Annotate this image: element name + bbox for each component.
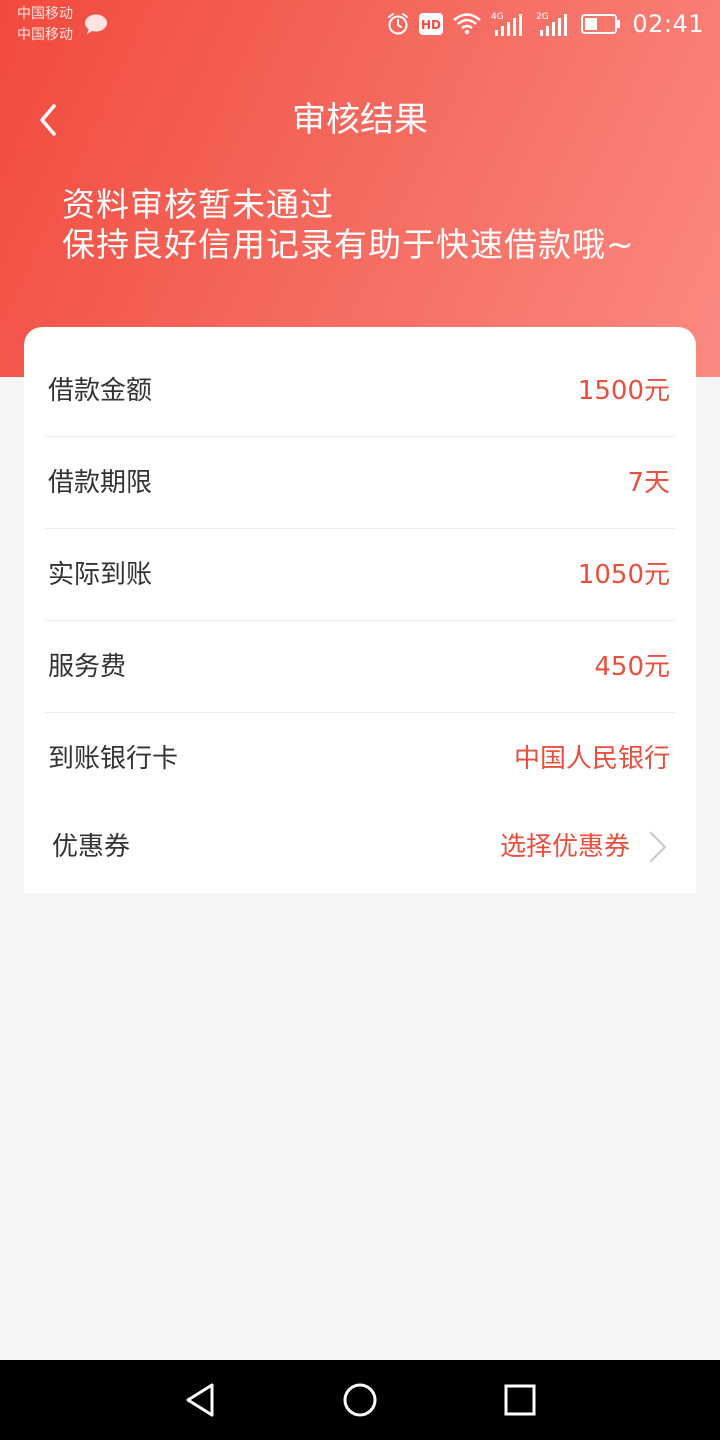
back-triangle-icon[interactable] bbox=[180, 1380, 220, 1420]
detail-row-actual-received: 实际到账 1050元 bbox=[44, 529, 676, 621]
loan-term-value: 7天 bbox=[627, 468, 670, 498]
system-nav-bar bbox=[0, 1360, 720, 1440]
bank-card-value: 中国人民银行 bbox=[513, 744, 670, 774]
hd-icon: HD bbox=[419, 13, 444, 35]
result-line-2: 保持良好信用记录有助于快速借款哦~ bbox=[62, 225, 635, 264]
loan-details-card: 借款金额 1500元 借款期限 7天 实际到账 1050元 服务费 450元 到… bbox=[24, 327, 696, 893]
chevron-right-icon[interactable] bbox=[648, 829, 668, 865]
carrier-info: 中国移动 中国移动 bbox=[17, 4, 73, 46]
nav-bar: 审核结果 bbox=[0, 90, 720, 150]
detail-row-loan-amount: 借款金额 1500元 bbox=[44, 345, 676, 437]
home-circle-icon[interactable] bbox=[340, 1380, 380, 1420]
message-icon bbox=[85, 14, 107, 34]
loan-amount-value: 1500元 bbox=[577, 376, 670, 406]
hd-label: HD bbox=[421, 18, 441, 32]
signal-2g-icon: 2G bbox=[536, 12, 568, 36]
signal-4g-icon: 4G bbox=[491, 12, 523, 36]
battery-icon bbox=[581, 14, 621, 34]
wifi-icon bbox=[453, 13, 482, 35]
carrier-1: 中国移动 bbox=[17, 6, 73, 22]
detail-row-bank-card: 到账银行卡 中国人民银行 bbox=[44, 713, 676, 805]
detail-row-service-fee: 服务费 450元 bbox=[44, 621, 676, 713]
network-2g-label: 2G bbox=[536, 12, 549, 22]
actual-received-label: 实际到账 bbox=[48, 560, 153, 590]
alarm-icon bbox=[388, 13, 409, 35]
status-time: 02:41 bbox=[632, 10, 704, 38]
status-bar: 中国移动 中国移动 HD 4G 2G 02:41 bbox=[0, 0, 720, 48]
result-message: 资料审核暂未通过 保持良好信用记录有助于快速借款哦~ bbox=[62, 185, 635, 265]
loan-amount-label: 借款金额 bbox=[48, 376, 153, 406]
service-fee-label: 服务费 bbox=[48, 652, 127, 682]
page-title: 审核结果 bbox=[292, 100, 428, 140]
actual-received-value: 1050元 bbox=[577, 560, 670, 590]
recents-square-icon[interactable] bbox=[500, 1380, 540, 1420]
coupon-select-link[interactable]: 选择优惠券 bbox=[500, 801, 630, 893]
network-4g-label: 4G bbox=[491, 12, 504, 22]
service-fee-value: 450元 bbox=[594, 652, 670, 682]
bank-card-label: 到账银行卡 bbox=[48, 744, 179, 774]
carrier-2: 中国移动 bbox=[17, 27, 73, 43]
loan-term-label: 借款期限 bbox=[48, 468, 153, 498]
result-line-1: 资料审核暂未通过 bbox=[62, 185, 334, 224]
status-icons: HD 4G 2G 02:41 bbox=[386, 8, 704, 40]
coupon-label: 优惠券 bbox=[52, 832, 131, 862]
detail-row-loan-term: 借款期限 7天 bbox=[44, 437, 676, 529]
detail-row-coupon[interactable]: 优惠券 选择优惠券 bbox=[44, 801, 676, 893]
